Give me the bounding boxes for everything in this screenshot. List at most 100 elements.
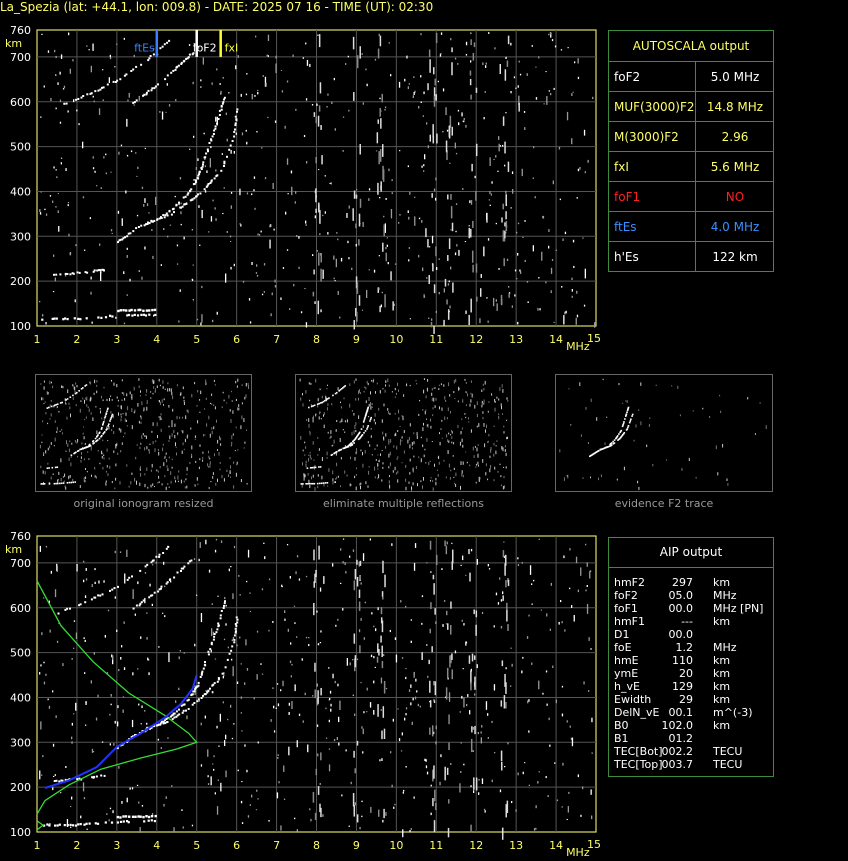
- thumb-trace-dot: [102, 421, 105, 423]
- interference-streak: [507, 624, 509, 631]
- thumb-dot: [419, 400, 421, 402]
- thumb-trace-dot: [616, 435, 619, 437]
- noise-dot: [54, 49, 56, 53]
- thumb-dot: [68, 402, 70, 405]
- thumb-dot: [625, 400, 627, 402]
- thumb-dot: [182, 386, 184, 390]
- trace-dot: [173, 716, 176, 719]
- thumb-dot: [431, 397, 433, 402]
- noise-dot: [211, 82, 213, 85]
- thumb-dot: [356, 448, 357, 450]
- thumb-dot: [135, 456, 137, 460]
- noise-dot: [210, 146, 212, 149]
- thumb-dot: [213, 404, 215, 406]
- trace-dot: [196, 176, 199, 179]
- noise-dot: [355, 243, 357, 247]
- thumb-dot: [164, 388, 166, 390]
- noise-dot: [470, 60, 472, 63]
- trace-dot: [199, 676, 202, 678]
- x-tick-label: 4: [153, 333, 160, 346]
- noise-dot: [567, 806, 569, 813]
- thumb-dot: [162, 386, 164, 389]
- trace-dot: [145, 309, 149, 312]
- noise-dot: [71, 796, 73, 800]
- noise-dot: [277, 703, 280, 707]
- trace-dot: [159, 723, 162, 726]
- noise-dot: [486, 213, 488, 220]
- interference-streak: [356, 282, 359, 294]
- thumb-dot: [446, 417, 448, 420]
- thumb-dot: [637, 480, 639, 484]
- noise-dot: [489, 191, 491, 194]
- x-tick-label: 4: [153, 839, 160, 852]
- noise-dot: [267, 116, 269, 119]
- noise-dot: [331, 101, 333, 104]
- noise-dot: [554, 45, 557, 48]
- noise-dot: [547, 795, 549, 797]
- noise-dot: [183, 236, 185, 240]
- thumb-dot: [144, 473, 146, 476]
- thumb-dot: [226, 402, 228, 404]
- trace-dot: [210, 641, 213, 644]
- thumb-dot: [429, 460, 431, 462]
- noise-dot: [493, 158, 495, 160]
- trace-dot: [234, 122, 237, 125]
- noise-dot: [267, 55, 269, 57]
- noise-dot: [91, 584, 93, 588]
- noise-dot: [48, 705, 51, 709]
- interference-streak: [432, 798, 434, 807]
- noise-dot: [572, 91, 574, 93]
- thumb-dot: [503, 466, 505, 468]
- noise-dot: [550, 267, 553, 274]
- thumb-dot: [232, 410, 234, 414]
- trace-dot: [198, 173, 201, 176]
- thumb-dot: [472, 446, 474, 451]
- thumb-dot: [332, 470, 334, 475]
- noise-dot: [480, 274, 482, 278]
- noise-dot: [123, 667, 126, 670]
- interference-streak: [356, 55, 359, 69]
- trace-dot: [129, 232, 132, 235]
- thumb-dot: [488, 401, 490, 403]
- thumb-dot: [359, 392, 361, 395]
- noise-dot: [291, 186, 293, 196]
- trace-dot: [199, 192, 202, 195]
- noise-dot: [592, 96, 594, 100]
- noise-dot: [470, 785, 472, 788]
- thumb-dot: [39, 444, 41, 449]
- thumb-dot: [91, 474, 92, 477]
- thumb-dot: [487, 410, 489, 413]
- interference-streak: [507, 35, 510, 45]
- trace-dot: [166, 74, 169, 77]
- noise-dot: [251, 193, 253, 196]
- interference-streak: [384, 294, 386, 308]
- interference-streak: [471, 726, 473, 733]
- thumb-dot: [150, 391, 152, 393]
- interference-streak: [474, 725, 476, 735]
- noise-dot: [326, 106, 328, 108]
- thumb-dot: [692, 410, 694, 412]
- thumb-dot: [385, 384, 386, 387]
- noise-dot: [39, 672, 41, 675]
- noise-dot: [290, 642, 292, 645]
- noise-dot: [481, 725, 483, 728]
- noise-dot: [522, 771, 524, 775]
- noise-dot: [256, 131, 258, 133]
- thumb-dot: [470, 392, 472, 395]
- interference-streak: [448, 125, 451, 137]
- noise-dot: [510, 647, 512, 649]
- noise-dot: [467, 694, 469, 697]
- noise-dot: [136, 784, 139, 786]
- interference-streak: [378, 151, 380, 165]
- trace-dot: [233, 638, 236, 641]
- trace-dot: [143, 820, 146, 823]
- noise-dot: [178, 320, 180, 323]
- trace-dot: [231, 645, 234, 648]
- noise-dot: [519, 73, 522, 76]
- noise-dot: [576, 290, 578, 294]
- noise-dot: [548, 229, 550, 232]
- thumb-dot: [400, 439, 401, 442]
- interference-streak: [445, 687, 448, 700]
- thumb-dot: [327, 403, 329, 406]
- noise-dot: [504, 766, 506, 768]
